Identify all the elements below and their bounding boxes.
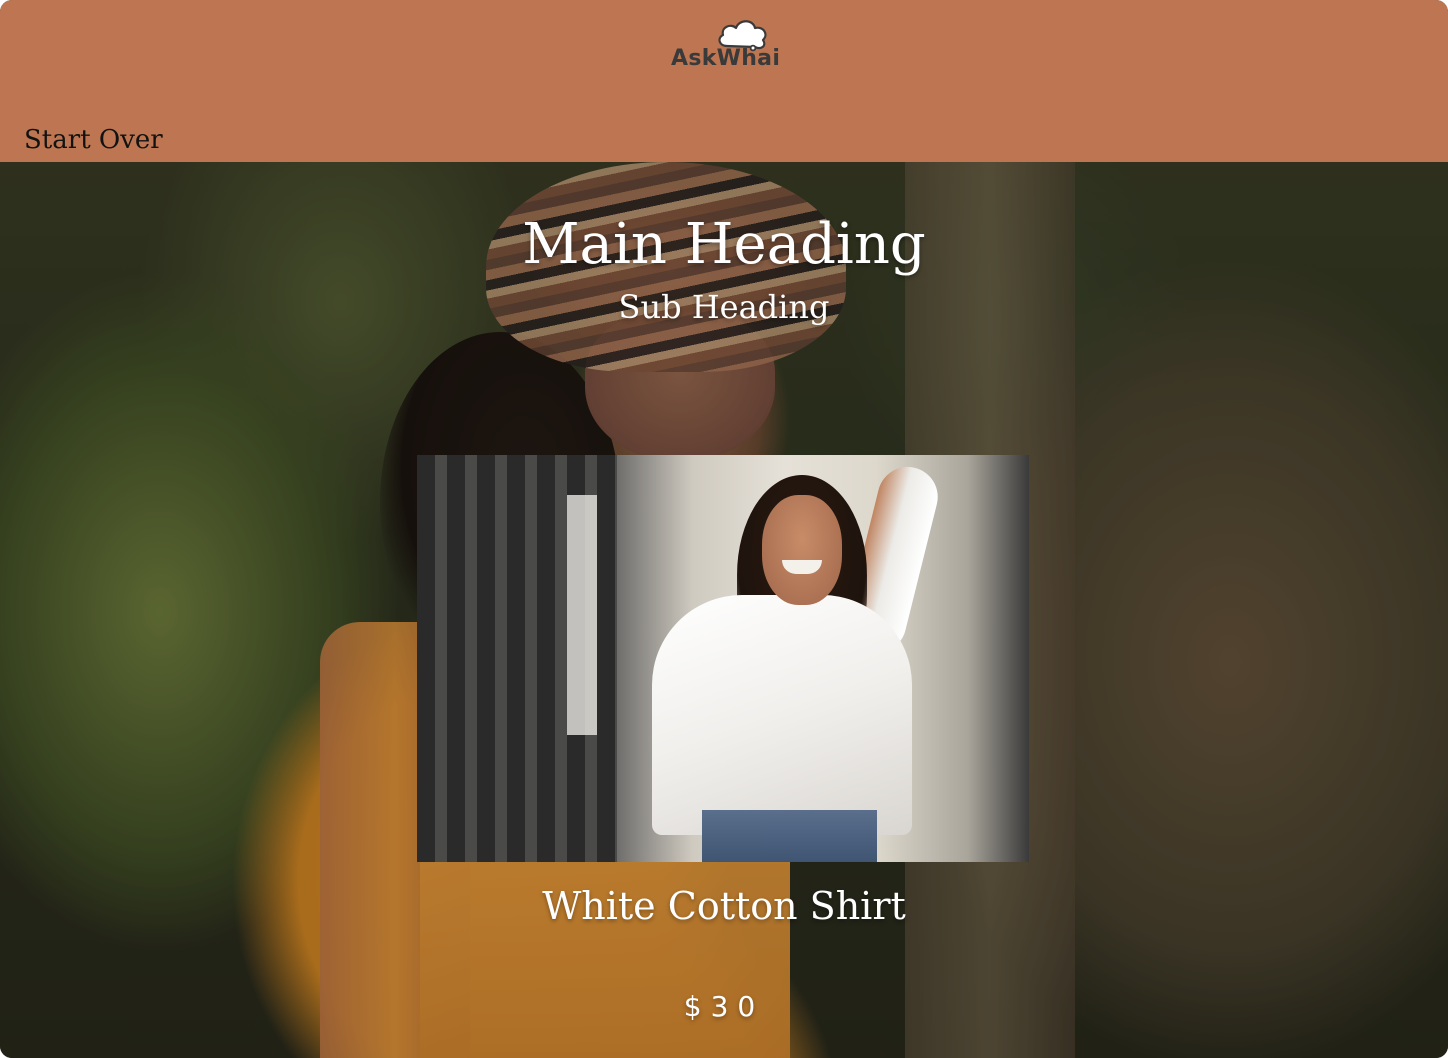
product-name: White Cotton Shirt xyxy=(542,884,906,928)
logo-text: AskWhai xyxy=(671,46,781,71)
app-frame: AskWhai Start Over Main Heading Sub Head… xyxy=(0,0,1448,1058)
main-heading: Main Heading xyxy=(522,212,926,277)
product-image[interactable] xyxy=(417,455,1029,862)
askwhai-logo[interactable]: AskWhai xyxy=(669,16,781,76)
sub-heading: Sub Heading xyxy=(618,288,830,326)
start-over-link[interactable]: Start Over xyxy=(24,125,163,155)
top-header: AskWhai Start Over xyxy=(0,0,1448,162)
product-price: $30 xyxy=(683,990,765,1023)
